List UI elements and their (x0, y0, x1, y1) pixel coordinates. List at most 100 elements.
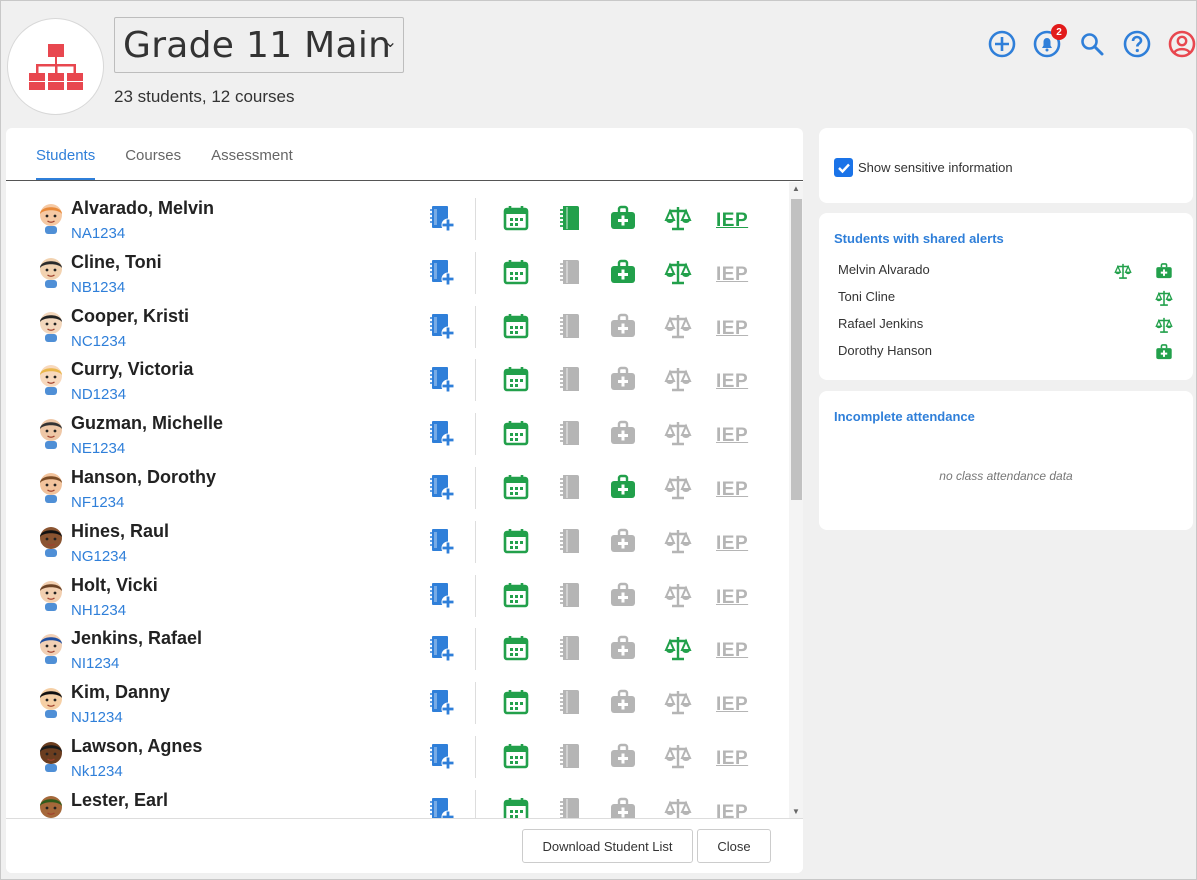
legal-scale-icon[interactable] (664, 312, 692, 340)
iep-link[interactable]: IEP (716, 587, 748, 609)
attendance-calendar-icon[interactable] (503, 742, 529, 770)
student-row[interactable]: Hanson, Dorothy NF1234 IEP (6, 459, 789, 513)
legal-scale-icon[interactable] (664, 365, 692, 393)
sensitive-info-toggle[interactable]: Show sensitive information (834, 158, 1013, 177)
iep-link[interactable]: IEP (716, 210, 748, 232)
student-row[interactable]: Alvarado, Melvin NA1234 IEP (6, 190, 789, 244)
iep-link[interactable]: IEP (716, 479, 748, 501)
legal-scale-icon[interactable] (664, 419, 692, 447)
iep-link[interactable]: IEP (716, 371, 748, 393)
medical-kit-icon[interactable] (610, 634, 636, 662)
student-row[interactable]: Guzman, Michelle NE1234 IEP (6, 405, 789, 459)
notebook-icon[interactable] (557, 527, 583, 555)
student-name[interactable]: Kim, Danny (71, 682, 170, 703)
legal-scale-icon[interactable] (664, 796, 692, 818)
medical-kit-icon[interactable] (610, 527, 636, 555)
notebook-icon[interactable] (557, 419, 583, 447)
shared-alert-row[interactable]: Dorothy Hanson (838, 343, 1178, 363)
student-name[interactable]: Cline, Toni (71, 252, 162, 273)
student-row[interactable]: Hines, Raul NG1234 IEP (6, 513, 789, 567)
add-note-icon[interactable] (429, 796, 455, 818)
add-note-icon[interactable] (429, 634, 455, 662)
tab-courses[interactable]: Courses (125, 147, 181, 180)
student-row[interactable]: Holt, Vicki NH1234 IEP (6, 567, 789, 621)
add-note-icon[interactable] (429, 365, 455, 393)
attendance-calendar-icon[interactable] (503, 634, 529, 662)
close-button[interactable]: Close (697, 829, 771, 863)
add-note-icon[interactable] (429, 581, 455, 609)
student-id[interactable]: NF1234 (71, 494, 124, 511)
add-note-icon[interactable] (429, 312, 455, 340)
legal-scale-icon[interactable] (664, 742, 692, 770)
attendance-calendar-icon[interactable] (503, 258, 529, 286)
legal-scale-icon[interactable] (664, 581, 692, 609)
attendance-calendar-icon[interactable] (503, 312, 529, 340)
legal-scale-icon[interactable] (664, 634, 692, 662)
iep-link[interactable]: IEP (716, 318, 748, 340)
medical-kit-icon[interactable] (610, 796, 636, 818)
student-name[interactable]: Lester, Earl (71, 790, 168, 811)
iep-link[interactable]: IEP (716, 533, 748, 555)
notebook-icon[interactable] (557, 796, 583, 818)
notebook-icon[interactable] (557, 258, 583, 286)
attendance-calendar-icon[interactable] (503, 473, 529, 501)
notebook-icon[interactable] (557, 473, 583, 501)
student-id[interactable]: NG1234 (71, 548, 127, 565)
student-row[interactable]: Lawson, Agnes Nk1234 IEP (6, 728, 789, 782)
add-note-icon[interactable] (429, 688, 455, 716)
notebook-icon[interactable] (557, 688, 583, 716)
student-row[interactable]: Curry, Victoria ND1234 IEP (6, 351, 789, 405)
legal-scale-icon[interactable] (664, 688, 692, 716)
shared-alert-row[interactable]: Melvin Alvarado (838, 262, 1178, 282)
legal-scale-icon[interactable] (664, 258, 692, 286)
scroll-down-icon[interactable]: ▼ (792, 807, 800, 816)
attendance-calendar-icon[interactable] (503, 527, 529, 555)
iep-link[interactable]: IEP (716, 694, 748, 716)
student-name[interactable]: Alvarado, Melvin (71, 198, 214, 219)
student-row[interactable]: Jenkins, Rafael NI1234 IEP (6, 620, 789, 674)
attendance-calendar-icon[interactable] (503, 688, 529, 716)
help-button[interactable] (1114, 29, 1159, 59)
medical-kit-icon[interactable] (610, 419, 636, 447)
legal-scale-icon[interactable] (664, 204, 692, 232)
notebook-icon[interactable] (557, 365, 583, 393)
student-id[interactable]: NI1234 (71, 655, 119, 672)
profile-button[interactable] (1159, 29, 1197, 59)
tab-assessment[interactable]: Assessment (211, 147, 293, 180)
student-id[interactable]: NA1234 (71, 225, 125, 242)
iep-link[interactable]: IEP (716, 264, 748, 286)
medical-kit-icon[interactable] (610, 365, 636, 393)
group-select[interactable]: Grade 11 Main ⌄ (114, 17, 404, 73)
notebook-icon[interactable] (557, 581, 583, 609)
student-name[interactable]: Jenkins, Rafael (71, 628, 202, 649)
student-name[interactable]: Hanson, Dorothy (71, 467, 216, 488)
shared-alert-row[interactable]: Toni Cline (838, 289, 1178, 309)
student-id[interactable]: NJ1234 (71, 709, 123, 726)
medical-kit-icon[interactable] (610, 204, 636, 232)
medical-kit-icon[interactable] (610, 742, 636, 770)
tab-students[interactable]: Students (36, 147, 96, 180)
add-note-icon[interactable] (429, 419, 455, 447)
iep-link[interactable]: IEP (716, 640, 748, 662)
student-id[interactable]: NH1234 (71, 602, 126, 619)
search-button[interactable] (1069, 29, 1114, 59)
shared-alert-row[interactable]: Rafael Jenkins (838, 316, 1178, 336)
student-name[interactable]: Holt, Vicki (71, 575, 158, 596)
scroll-thumb[interactable] (791, 199, 802, 500)
notebook-icon[interactable] (557, 742, 583, 770)
student-row[interactable]: Kim, Danny NJ1234 IEP (6, 674, 789, 728)
medical-kit-icon[interactable] (610, 581, 636, 609)
student-row[interactable]: Lester, Earl IEP (6, 782, 789, 818)
student-name[interactable]: Guzman, Michelle (71, 413, 223, 434)
attendance-calendar-icon[interactable] (503, 581, 529, 609)
medical-kit-icon[interactable] (610, 312, 636, 340)
medical-kit-icon[interactable] (610, 473, 636, 501)
list-scrollbar[interactable]: ▲ ▼ (789, 182, 803, 818)
add-note-icon[interactable] (429, 473, 455, 501)
medical-kit-icon[interactable] (610, 688, 636, 716)
notebook-icon[interactable] (557, 634, 583, 662)
student-id[interactable]: ND1234 (71, 386, 126, 403)
notebook-icon[interactable] (557, 312, 583, 340)
student-id[interactable]: NC1234 (71, 333, 126, 350)
student-row[interactable]: Cooper, Kristi NC1234 IEP (6, 298, 789, 352)
